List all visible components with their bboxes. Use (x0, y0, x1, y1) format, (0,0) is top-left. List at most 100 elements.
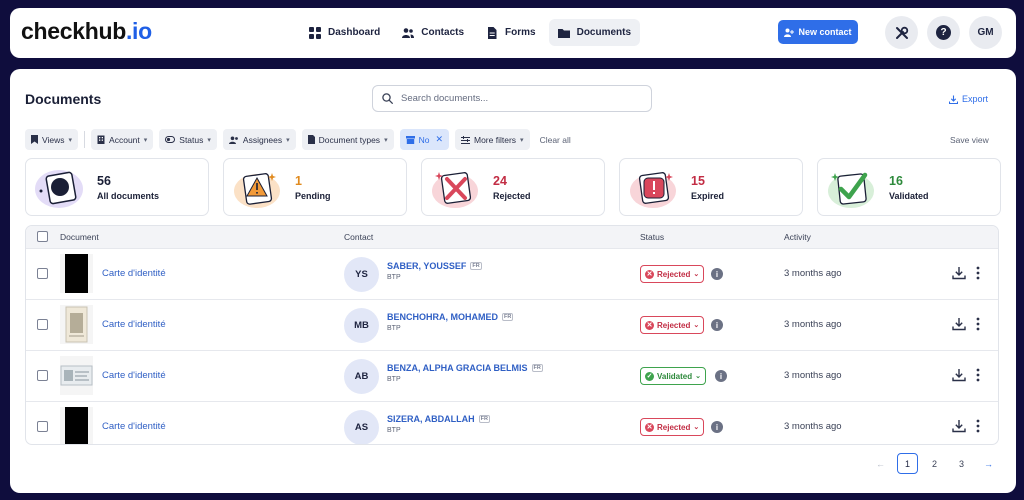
users-icon (402, 27, 415, 38)
nav-dashboard[interactable]: Dashboard (300, 19, 389, 46)
logo-text: checkhub (21, 18, 126, 44)
status-dropdown[interactable]: ✓ Validated ⌄ (640, 367, 706, 385)
user-initials: GM (977, 27, 994, 38)
tools-button[interactable] (885, 16, 918, 49)
x-circle-icon: ✕ (645, 269, 654, 279)
contact-name[interactable]: BENCHOHRA, MOHAMED FR (387, 312, 514, 322)
document-thumbnail[interactable] (60, 356, 93, 395)
nav-documents[interactable]: Documents (548, 19, 641, 46)
account-filter[interactable]: Account ▾ (91, 129, 154, 150)
contact-name[interactable]: SIZERA, ABDALLAH FR (387, 414, 491, 424)
chevron-down-icon: ▾ (68, 136, 73, 144)
document-thumbnail[interactable] (60, 305, 93, 344)
more-options-icon[interactable] (975, 367, 981, 383)
grid-icon (309, 26, 321, 39)
more-options-icon[interactable] (975, 265, 981, 281)
status-filter[interactable]: Status ▾ (159, 129, 217, 150)
card-expired[interactable]: 15 Expired (619, 158, 803, 216)
header-contact: Contact (344, 232, 374, 242)
active-filter-chip[interactable]: No ✕ (399, 129, 449, 150)
contact-avatar: AB (344, 359, 379, 394)
table-row[interactable]: Carte d'identité AS SIZERA, ABDALLAH FR B… (26, 401, 998, 444)
page-2[interactable]: 2 (924, 453, 945, 474)
assignees-filter[interactable]: Assignees ▾ (222, 129, 296, 150)
chevron-down-icon: ⌄ (693, 322, 700, 329)
more-options-icon[interactable] (975, 418, 981, 434)
views-filter[interactable]: Views ▾ (25, 129, 79, 150)
all-documents-count: 56 (97, 174, 111, 188)
nav-contacts[interactable]: Contacts (393, 19, 473, 46)
download-icon[interactable] (952, 317, 966, 331)
clear-all-link[interactable]: Clear all (540, 135, 571, 145)
status-dropdown[interactable]: ✕ Rejected ⌄ (640, 265, 705, 283)
contact-account: BTP (387, 376, 401, 383)
document-thumbnail[interactable] (60, 407, 93, 444)
card-pending[interactable]: 1 Pending (223, 158, 407, 216)
nav-forms[interactable]: Forms (477, 19, 545, 46)
info-icon[interactable]: i (715, 370, 727, 382)
export-button[interactable]: Export (949, 94, 988, 104)
info-icon[interactable]: i (711, 319, 723, 331)
chevron-down-icon: ⌄ (693, 424, 700, 431)
page-3[interactable]: 3 (951, 453, 972, 474)
card-all-documents[interactable]: 56 All documents (25, 158, 209, 216)
filter-bar: Views ▾ Account ▾ Status ▾ Assignees ▾ Docum… (25, 129, 571, 150)
table-row[interactable]: Carte d'identité YS SABER, YOUSSEF FR BTP… (26, 248, 998, 299)
country-badge: FR (502, 313, 514, 321)
page-1[interactable]: 1 (897, 453, 918, 474)
user-avatar[interactable]: GM (969, 16, 1002, 49)
search-input[interactable] (401, 93, 631, 104)
archive-icon (405, 135, 415, 144)
header-activity: Activity (784, 232, 811, 242)
country-badge: FR (531, 364, 543, 372)
card-rejected[interactable]: 24 Rejected (421, 158, 605, 216)
download-icon[interactable] (952, 368, 966, 382)
search-box[interactable] (372, 85, 652, 112)
download-icon[interactable] (952, 266, 966, 280)
chevron-down-icon: ▾ (384, 136, 388, 144)
status-label: Validated (657, 371, 693, 381)
row-checkbox[interactable] (37, 370, 48, 381)
top-bar: checkhub.io Dashboard Contacts Forms Doc… (10, 8, 1016, 58)
save-view-link[interactable]: Save view (950, 135, 989, 145)
help-button[interactable]: ? (927, 16, 960, 49)
logo[interactable]: checkhub.io (21, 18, 152, 45)
table-row[interactable]: Carte d'identité MB BENCHOHRA, MOHAMED FR… (26, 299, 998, 350)
contact-name[interactable]: SABER, YOUSSEF FR (387, 261, 482, 271)
status-dropdown[interactable]: ✕ Rejected ⌄ (640, 418, 705, 436)
status-dropdown[interactable]: ✕ Rejected ⌄ (640, 316, 705, 334)
document-link[interactable]: Carte d'identité (102, 319, 166, 330)
info-icon[interactable]: i (711, 268, 723, 280)
new-contact-button[interactable]: New contact (778, 20, 858, 44)
contact-name[interactable]: BENZA, ALPHA GRACIA BELMIS FR (387, 363, 543, 373)
all-documents-label: All documents (97, 191, 160, 201)
table-row[interactable]: Carte d'identité AB BENZA, ALPHA GRACIA … (26, 350, 998, 401)
document-types-filter[interactable]: Document types ▾ (301, 129, 394, 150)
document-link[interactable]: Carte d'identité (102, 268, 166, 279)
document-icon (307, 135, 315, 144)
document-link[interactable]: Carte d'identité (102, 421, 166, 432)
next-page-icon[interactable]: → (978, 453, 999, 474)
more-options-icon[interactable] (975, 316, 981, 332)
form-icon (488, 26, 497, 39)
activity-time: 3 months ago (784, 268, 842, 279)
nav-dashboard-label: Dashboard (328, 27, 381, 38)
tools-icon (895, 26, 908, 39)
close-icon[interactable]: ✕ (435, 134, 443, 145)
document-thumbnail[interactable] (60, 254, 93, 293)
export-label: Export (962, 94, 989, 104)
search-icon (382, 93, 393, 104)
row-checkbox[interactable] (37, 319, 48, 330)
prev-page-icon[interactable]: ← (870, 453, 891, 474)
more-filters-button[interactable]: More filters ▾ (455, 129, 530, 150)
row-checkbox[interactable] (37, 268, 48, 279)
toggle-icon (165, 136, 176, 143)
pagination: ← 1 2 3 → (870, 453, 999, 474)
select-all-checkbox[interactable] (37, 231, 48, 242)
document-link[interactable]: Carte d'identité (102, 370, 166, 381)
download-icon[interactable] (952, 419, 966, 433)
card-validated[interactable]: 16 Validated (817, 158, 1001, 216)
row-checkbox[interactable] (37, 421, 48, 432)
info-icon[interactable]: i (711, 421, 723, 433)
documents-table: Document Contact Status Activity Carte d… (25, 225, 999, 445)
